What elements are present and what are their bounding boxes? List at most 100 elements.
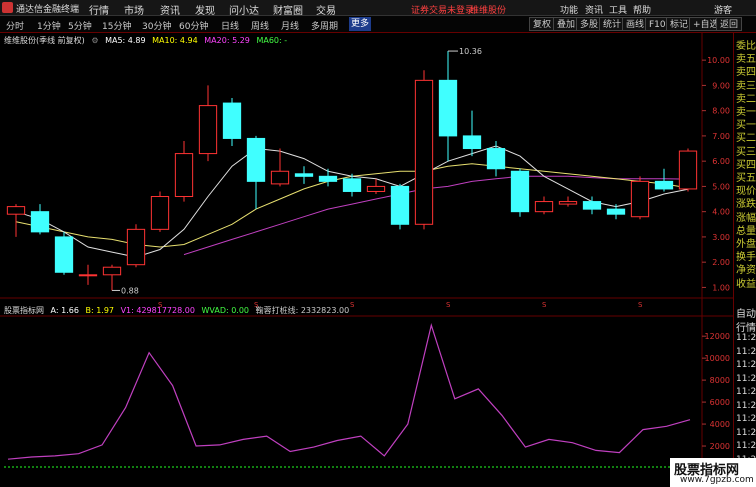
period-multi[interactable]: 多周期	[311, 19, 338, 32]
candle-body	[342, 178, 362, 192]
menu-wenxiaoda[interactable]: 问小达	[229, 2, 259, 17]
tick-time: 11:29	[736, 400, 756, 411]
high-label: 10.36	[459, 47, 482, 56]
candle-body	[582, 201, 602, 210]
menu-shichang[interactable]: 市场	[124, 2, 144, 17]
menu-bangzhu[interactable]: 帮助	[633, 3, 651, 16]
candle-body	[654, 180, 674, 190]
gear-icon[interactable]: ⚙	[91, 36, 98, 45]
user-guest[interactable]: 游客	[714, 3, 732, 16]
candle-body	[222, 102, 242, 139]
ma60-label: MA60: -	[256, 36, 288, 45]
sub-line-label: 鞠蓉打桩线: 2332823.00	[255, 306, 350, 315]
tick-time: 11:29	[736, 346, 756, 357]
candle-body	[78, 274, 98, 277]
app-name: 通达信金融终端	[16, 5, 80, 15]
sub-y-tick-label: 2000	[710, 442, 730, 451]
candle-body	[54, 236, 74, 273]
period-day[interactable]: 日线	[221, 19, 239, 32]
candle-body	[126, 228, 146, 266]
candle-body	[318, 175, 338, 182]
sub-v1-label: V1: 429817728.00	[120, 306, 195, 315]
indicator-path	[7, 322, 691, 460]
candle-body	[462, 135, 482, 150]
tick-time: 11:29	[736, 441, 756, 451]
btn-back[interactable]: 返回	[716, 17, 743, 31]
candle-body	[534, 201, 554, 213]
period-15min[interactable]: 15分钟	[102, 19, 131, 32]
y-axis-ticks: 1.00 2.00 3.00 4.00 5.00 6.00 7.00 8.00 9.00 10.0…	[702, 56, 730, 451]
candle-body	[678, 150, 698, 190]
sub-y-tick-label: 8000	[710, 376, 730, 385]
candle-body	[510, 170, 530, 213]
y-tick-label: 6.00	[712, 157, 730, 166]
menu-hangqing[interactable]: 行情	[89, 2, 109, 17]
title-bar: 通达信金融终端 行情 市场 资讯 发现 问小达 财富圈 交易 证券交易未登录 维…	[0, 0, 756, 17]
candle-body	[246, 137, 266, 182]
menu-faxian[interactable]: 发现	[195, 2, 215, 17]
candle-body	[486, 148, 506, 170]
period-5min[interactable]: 5分钟	[68, 19, 92, 32]
menu-gongju[interactable]: 工具	[609, 3, 627, 16]
sub-y-tick-label: 4000	[710, 420, 730, 429]
period-month[interactable]: 月线	[281, 19, 299, 32]
candle-body	[606, 208, 626, 215]
sub-wvad-label: WVAD: 0.00	[201, 306, 250, 315]
candle-body	[630, 180, 650, 218]
y-tick-label: 2.00	[712, 258, 730, 267]
period-toolbar: 分时 1分钟 5分钟 15分钟 30分钟 60分钟 日线 周线 月线 多周期 更…	[0, 16, 756, 33]
candle-body	[366, 185, 386, 192]
candle-body	[390, 185, 410, 225]
side-tab[interactable]: 行情	[736, 319, 756, 334]
period-more[interactable]: 更多	[349, 17, 372, 31]
menu-zixun[interactable]: 资讯	[160, 2, 180, 17]
app-logo-icon	[2, 2, 13, 13]
menu-gongneng[interactable]: 功能	[560, 3, 578, 16]
watermark-url: www.7gpzb.com	[680, 475, 754, 485]
main-legend: 维维股份(季线 前复权) ⚙ MA5: 4.89 MA10: 4.94 MA20…	[4, 35, 291, 46]
candle-body	[174, 153, 194, 198]
sub-y-tick-label: 6000	[710, 398, 730, 407]
event-marker: S	[446, 301, 451, 309]
event-marker: S	[638, 301, 643, 309]
menu-zixun-right[interactable]: 资讯	[585, 3, 603, 16]
quote-field-label: 收益	[736, 278, 756, 290]
y-tick-label: 1.00	[712, 283, 730, 292]
stock-name: 维维股份	[470, 6, 507, 16]
site-watermark: 股票指标网 www.7gpzb.com	[670, 458, 756, 487]
y-tick-label: 4.00	[712, 208, 730, 217]
candle-body	[270, 170, 290, 185]
candle-body	[198, 105, 218, 155]
chart-area[interactable]: 1.00 2.00 3.00 4.00 5.00 6.00 7.00 8.00 9.00 10.0…	[0, 33, 733, 476]
tick-time: 11:29	[736, 333, 756, 343]
side-tab[interactable]: 自动	[736, 305, 756, 320]
candle-body	[30, 211, 50, 233]
candle-body	[438, 79, 458, 137]
sub-b-label: B: 1.97	[85, 306, 115, 315]
y-tick-label: 8.00	[712, 107, 730, 116]
sub-y-tick-label: 12000	[705, 332, 730, 341]
sub-y-tick-label: 10000	[705, 354, 730, 363]
candles	[6, 51, 698, 291]
grid-lines	[0, 33, 733, 476]
period-week[interactable]: 周线	[251, 19, 269, 32]
btn-fuquan[interactable]: 复权	[529, 17, 556, 31]
period-1min[interactable]: 1分钟	[37, 19, 61, 32]
ma5-label: MA5: 4.89	[105, 36, 146, 45]
menu-jiaoyi[interactable]: 交易	[316, 2, 336, 17]
candle-body	[6, 206, 26, 215]
event-marker: S	[542, 301, 547, 309]
y-tick-label: 5.00	[712, 182, 730, 191]
period-30min[interactable]: 30分钟	[142, 19, 171, 32]
trade-login-warning[interactable]: 证券交易未登录	[411, 3, 474, 16]
ma20-path	[183, 175, 689, 256]
indicator-line	[7, 322, 691, 460]
ma20-label: MA20: 5.29	[204, 36, 250, 45]
menu-caifuquan[interactable]: 财富圈	[273, 2, 303, 17]
period-fenshi[interactable]: 分时	[6, 19, 24, 32]
tick-time: 11:29	[736, 414, 756, 424]
period-60min[interactable]: 60分钟	[179, 19, 208, 32]
ma20-line	[183, 175, 689, 256]
main-legend-title: 维维股份(季线 前复权)	[4, 36, 85, 45]
tick-time: 11:29	[736, 387, 756, 397]
